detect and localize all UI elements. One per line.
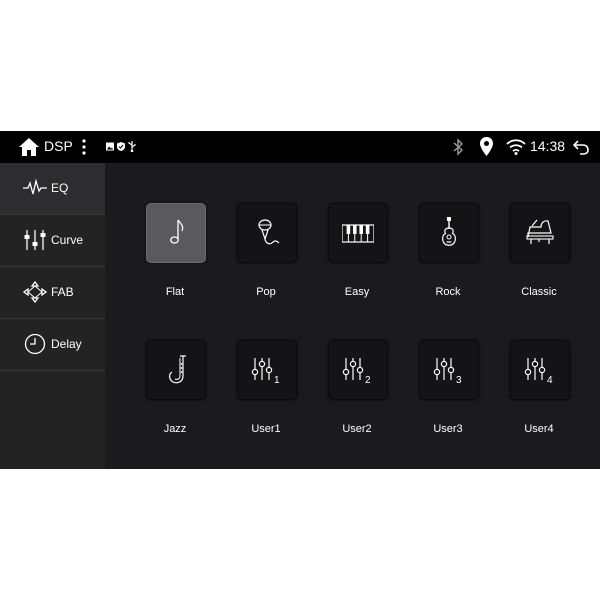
preset-digit: 4 [547, 375, 553, 386]
preset-label: Easy [344, 286, 370, 298]
microphone-icon [258, 219, 280, 245]
preset-label: Flat [165, 286, 185, 298]
preset-label: Classic [521, 286, 557, 298]
equalizer-sliders-icon [24, 230, 46, 250]
eq-preset-grid: Flat Pop Easy Rock Classic Jazz 1 User1 … [105, 163, 600, 469]
music-note-icon [170, 219, 184, 244]
preset-tile[interactable]: 4 [510, 340, 570, 400]
sidebar-item-label: Delay [51, 337, 82, 351]
location-icon [480, 137, 493, 156]
preset-label: User1 [251, 423, 281, 435]
preset-label: Jazz [163, 423, 187, 435]
preset-tile[interactable] [419, 203, 479, 263]
piano-keys-icon [342, 224, 374, 243]
preset-user4[interactable]: 4 User4 [499, 340, 579, 435]
sidebar: EQ Curve FAB Delay [0, 163, 105, 469]
preset-user3[interactable]: 3 User3 [408, 340, 488, 435]
preset-tile[interactable] [510, 203, 570, 263]
user-eq-icon: 2 [342, 358, 371, 386]
preset-easy[interactable]: Easy [317, 203, 397, 298]
preset-tile[interactable] [237, 203, 297, 263]
usb-notification-icon [128, 141, 136, 152]
preset-classic[interactable]: Classic [499, 203, 579, 298]
preset-flat[interactable]: Flat [135, 203, 215, 298]
waveform-icon [23, 178, 47, 195]
wifi-icon [506, 139, 526, 155]
preset-tile[interactable]: 1 [237, 340, 297, 400]
preset-tile[interactable] [146, 340, 206, 400]
preset-rock[interactable]: Rock [408, 203, 488, 298]
bluetooth-icon [453, 138, 464, 156]
user-eq-icon: 3 [433, 358, 462, 386]
preset-label: User2 [342, 423, 372, 435]
clock-icon [24, 333, 46, 355]
more-vert-icon[interactable] [81, 139, 87, 155]
image-notification-icon [106, 142, 114, 151]
sidebar-item-label: Curve [51, 233, 84, 247]
preset-jazz[interactable]: Jazz [135, 340, 215, 435]
user-eq-icon: 4 [524, 358, 553, 386]
sidebar-item-curve[interactable]: Curve [0, 215, 105, 267]
sidebar-item-fab[interactable]: FAB [0, 267, 105, 319]
saxophone-icon [169, 355, 186, 384]
preset-label: Pop [256, 286, 276, 298]
app-title: DSP [44, 138, 73, 154]
preset-tile[interactable] [328, 203, 388, 263]
preset-tile[interactable]: 3 [419, 340, 479, 400]
preset-digit: 3 [456, 375, 462, 386]
clock: 14:38 [530, 138, 566, 154]
screen: DSP 14:38 EQ Curve FAB Delay Flat Pop Ea… [0, 131, 600, 469]
preset-label: Rock [435, 286, 461, 298]
preset-tile[interactable]: 2 [328, 340, 388, 400]
preset-tile[interactable] [146, 203, 206, 263]
preset-user1[interactable]: 1 User1 [226, 340, 306, 435]
preset-label: User3 [433, 423, 463, 435]
preset-digit: 2 [365, 375, 371, 386]
preset-user2[interactable]: 2 User2 [317, 340, 397, 435]
sidebar-item-delay[interactable]: Delay [0, 319, 105, 371]
user-eq-icon: 1 [251, 358, 280, 386]
home-icon[interactable] [18, 137, 40, 157]
back-icon[interactable] [573, 139, 589, 155]
sidebar-item-label: EQ [51, 181, 69, 195]
fader-balance-icon [23, 281, 47, 303]
preset-pop[interactable]: Pop [226, 203, 306, 298]
sidebar-item-label: FAB [51, 285, 74, 299]
preset-digit: 1 [274, 375, 280, 386]
preset-label: User4 [524, 423, 554, 435]
shield-notification-icon [117, 142, 125, 151]
status-bar: DSP 14:38 [0, 131, 600, 163]
guitar-icon [442, 217, 456, 246]
grand-piano-icon [526, 219, 554, 244]
sidebar-item-eq[interactable]: EQ [0, 163, 105, 215]
